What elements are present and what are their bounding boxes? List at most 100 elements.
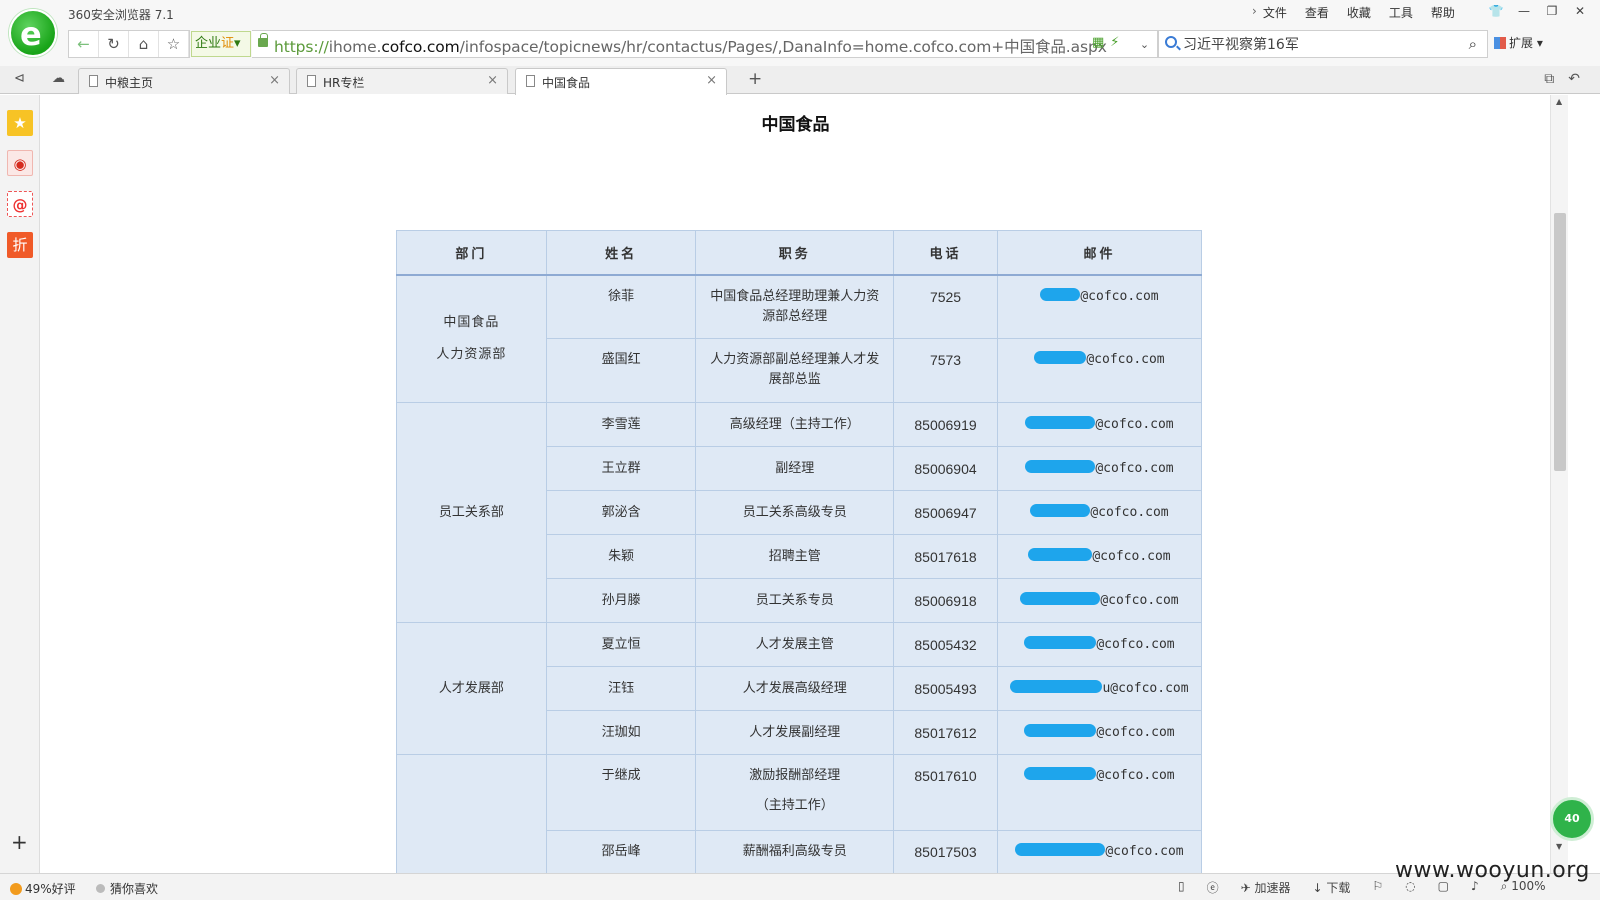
search-box[interactable]: ⌕	[1158, 30, 1488, 58]
address-toolbar: ← ↻ ⌂ ☆ 企业证▾ https://ihome.cofco.com/inf…	[0, 28, 1600, 66]
page-content: 中国食品 部门 姓名 职务 电话 邮件 中国食品 人力资源部 徐菲 中国食品总经…	[41, 95, 1550, 873]
back-button[interactable]: ←	[69, 31, 99, 57]
name-cell: 郭泌含	[545, 490, 697, 535]
url-bar[interactable]: https://ihome.cofco.com/infospace/topicn…	[252, 30, 1164, 58]
email-domain: @cofco.com	[1096, 724, 1175, 740]
email-domain: @cofco.com	[1095, 460, 1174, 476]
email-cell[interactable]: @cofco.com	[997, 754, 1202, 831]
download-button[interactable]: ↓ 下载	[1313, 879, 1351, 896]
name-cell: 于继成	[545, 754, 697, 831]
cert-label: 证	[221, 36, 235, 51]
phone-icon[interactable]: ▯	[1178, 879, 1185, 896]
redaction-mark	[1010, 679, 1103, 693]
redaction-mark	[1025, 415, 1096, 429]
menu-file[interactable]: 文件	[1263, 4, 1287, 21]
recommend-widget[interactable]: 猜你喜欢	[96, 880, 158, 897]
discount-icon[interactable]: 折	[7, 232, 33, 258]
lightning-icon[interactable]: ⚡	[1110, 35, 1119, 50]
email-cell[interactable]: @cofco.com	[997, 446, 1202, 491]
title-cell: 中国食品总经理助理兼人力资源部总经理	[695, 274, 895, 339]
menu-favorites[interactable]: 收藏	[1347, 4, 1371, 21]
accelerator-button[interactable]: ✈ 加速器	[1241, 879, 1291, 896]
tab-hr-column[interactable]: HR专栏 ×	[296, 68, 508, 94]
sidebar-add-button[interactable]: +	[11, 830, 28, 854]
menu-tools[interactable]: 工具	[1389, 4, 1413, 21]
column-header: 邮件	[997, 230, 1202, 276]
search-input[interactable]	[1183, 35, 1453, 53]
scroll-up-icon[interactable]: ▲	[1556, 97, 1562, 106]
redaction-mark	[1028, 547, 1093, 561]
title-cell: 人才发展副经理	[695, 710, 895, 755]
close-button[interactable]: ✕	[1566, 0, 1594, 22]
email-cell[interactable]: @cofco.com	[997, 338, 1202, 403]
email-cell[interactable]: @cofco.com	[997, 578, 1202, 623]
name-cell: 孙月滕	[545, 578, 697, 623]
floating-speed-badge[interactable]: 40	[1550, 797, 1594, 841]
name-cell: 汪钰	[545, 666, 697, 711]
email-domain: @cofco.com	[1096, 768, 1175, 783]
chevron-right-icon[interactable]: ›	[1252, 4, 1257, 21]
url-dropdown-button[interactable]: ⌄	[1132, 30, 1158, 58]
url-text[interactable]: https://ihome.cofco.com/infospace/topicn…	[274, 35, 1107, 57]
mail-icon[interactable]: @	[7, 191, 33, 217]
email-domain: @cofco.com	[1092, 548, 1171, 564]
extensions-button[interactable]: 扩展 ▾	[1494, 34, 1543, 51]
name-cell: 徐菲	[545, 274, 697, 339]
flag-icon[interactable]: ⚐	[1372, 879, 1383, 896]
phone-cell: 85006904	[893, 446, 998, 491]
minimize-button[interactable]: —	[1510, 0, 1538, 22]
restore-closed-tab-icon[interactable]: ↶	[1568, 71, 1580, 87]
name-cell: 朱颖	[545, 534, 697, 579]
redaction-mark	[1020, 591, 1101, 605]
scroll-down-icon[interactable]: ▼	[1556, 842, 1562, 851]
close-tab-icon[interactable]: ×	[269, 73, 280, 88]
redaction-mark	[1024, 635, 1097, 649]
email-cell[interactable]: @cofco.com	[997, 274, 1202, 339]
url-protocol: https://	[274, 38, 329, 56]
home-button[interactable]: ⌂	[129, 31, 159, 57]
email-domain: u@cofco.com	[1102, 680, 1189, 696]
close-tab-icon[interactable]: ×	[487, 73, 498, 88]
vertical-scrollbar[interactable]: ▲ ▼	[1550, 95, 1568, 873]
email-cell[interactable]: u@cofco.com	[997, 666, 1202, 711]
recommend-text: 猜你喜欢	[110, 882, 159, 896]
search-engine-icon[interactable]	[1165, 36, 1177, 48]
email-cell[interactable]: @cofco.com	[997, 402, 1202, 447]
rating-widget[interactable]: 49%好评	[10, 880, 76, 897]
sidebar-toggle-icon[interactable]: ⊲	[14, 71, 25, 86]
qr-code-icon[interactable]: ▦	[1092, 35, 1104, 50]
menu-help[interactable]: 帮助	[1431, 4, 1455, 21]
search-icon[interactable]: ⌕	[1469, 35, 1477, 53]
scrollbar-thumb[interactable]	[1554, 213, 1566, 471]
favorite-star-button[interactable]: ☆	[159, 31, 189, 57]
maximize-button[interactable]: ❐	[1538, 0, 1566, 22]
enterprise-label: 企业	[195, 36, 222, 51]
favorites-star-icon[interactable]: ★	[7, 110, 33, 136]
table-row: 中国食品 人力资源部 徐菲 中国食品总经理助理兼人力资源部总经理 7525 @c…	[396, 274, 1202, 403]
download-label: 下载	[1326, 881, 1351, 895]
phone-cell: 85017503	[893, 830, 998, 873]
email-domain: @cofco.com	[1096, 636, 1175, 652]
email-domain: @cofco.com	[1086, 352, 1165, 367]
close-tab-icon[interactable]: ×	[706, 73, 717, 88]
email-cell[interactable]: @cofco.com	[997, 534, 1202, 579]
tab-zhongliang-home[interactable]: 中粮主页 ×	[78, 68, 290, 94]
refresh-button[interactable]: ↻	[99, 31, 129, 57]
name-cell: 汪珈如	[545, 710, 697, 755]
tab-list-icon[interactable]: ⧉	[1544, 71, 1554, 87]
email-cell[interactable]: @cofco.com	[997, 622, 1202, 667]
tab-china-foods[interactable]: 中国食品 ×	[515, 68, 727, 95]
skin-icon[interactable]: 👕	[1482, 0, 1510, 22]
title-cell: 薪酬福利高级专员	[695, 830, 895, 873]
weibo-icon[interactable]: ◉	[7, 150, 33, 176]
ie-mode-icon[interactable]: ⓔ	[1207, 879, 1219, 896]
title-cell: 员工关系高级专员	[695, 490, 895, 535]
email-cell[interactable]: @cofco.com	[997, 710, 1202, 755]
email-cell[interactable]: @cofco.com	[997, 490, 1202, 535]
cloud-icon[interactable]: ☁	[52, 71, 65, 86]
email-cell[interactable]: @cofco.com	[997, 830, 1202, 873]
title-cell: 人才发展高级经理	[695, 666, 895, 711]
menu-view[interactable]: 查看	[1305, 4, 1329, 21]
new-tab-button[interactable]: +	[748, 69, 762, 89]
enterprise-cert-badge[interactable]: 企业证▾	[191, 31, 251, 57]
